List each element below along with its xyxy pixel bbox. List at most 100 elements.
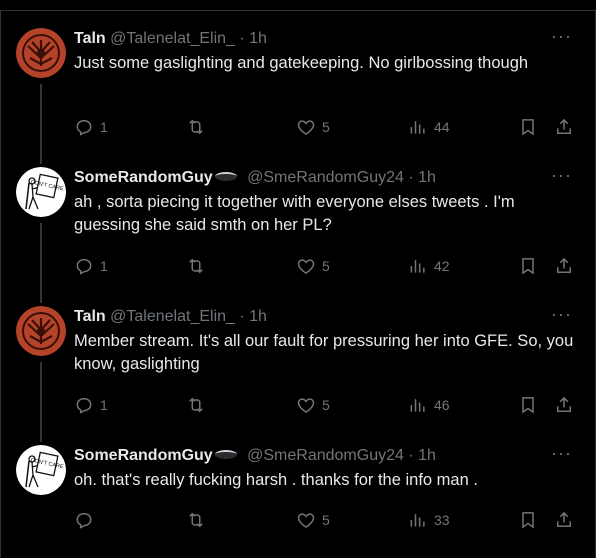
views-icon xyxy=(408,395,428,415)
display-name[interactable]: SomeRandomGuy xyxy=(74,447,213,464)
view-count: 33 xyxy=(434,512,450,528)
share-button[interactable] xyxy=(554,509,574,531)
heart-icon xyxy=(296,117,316,137)
view-count: 42 xyxy=(434,258,450,274)
reply-button[interactable]: 1 xyxy=(74,116,108,138)
views-icon xyxy=(408,510,428,530)
views-icon xyxy=(408,256,428,276)
display-name[interactable]: Taln xyxy=(74,30,106,47)
views-button[interactable]: 42 xyxy=(408,255,450,277)
tweet-actions: 5 33 xyxy=(74,509,584,531)
reply-count: 1 xyxy=(100,397,108,413)
heart-icon xyxy=(296,256,316,276)
reply-button[interactable]: 1 xyxy=(74,255,108,277)
reply-icon xyxy=(74,395,94,415)
like-button[interactable]: 5 xyxy=(296,509,330,531)
tweet-text: ah , sorta piecing it together with ever… xyxy=(74,193,515,234)
tweet-header: SomeRandomGuy @SmeRandomGuy24 · 1h xyxy=(74,445,436,467)
heart-icon xyxy=(296,510,316,530)
avatar[interactable]: DON'T CARE xyxy=(16,167,66,217)
timestamp[interactable]: 1h xyxy=(418,447,436,464)
avatar[interactable] xyxy=(16,306,66,356)
handle[interactable]: @Talenelat_Elin_ xyxy=(110,308,235,325)
more-options-button[interactable]: ··· xyxy=(551,304,572,324)
like-count: 5 xyxy=(322,258,330,274)
retweet-icon xyxy=(186,510,206,530)
bookmark-button[interactable] xyxy=(518,509,538,531)
view-count: 46 xyxy=(434,397,450,413)
views-button[interactable]: 46 xyxy=(408,394,450,416)
view-count: 44 xyxy=(434,119,450,135)
views-button[interactable]: 44 xyxy=(408,116,450,138)
separator: · xyxy=(239,308,245,325)
heart-icon xyxy=(296,395,316,415)
handle[interactable]: @SmeRandomGuy24 xyxy=(247,169,404,186)
share-icon xyxy=(554,510,574,530)
retweet-icon xyxy=(186,395,206,415)
tweet-text: oh. that's really fucking harsh . thanks… xyxy=(74,471,478,489)
share-icon xyxy=(554,395,574,415)
avatar-sigil-icon xyxy=(16,306,66,356)
visor-emoji-icon xyxy=(214,450,237,460)
display-name[interactable]: Taln xyxy=(74,308,106,325)
bookmark-button[interactable] xyxy=(518,116,538,138)
views-button[interactable]: 33 xyxy=(408,509,450,531)
like-count: 5 xyxy=(322,119,330,135)
thread-line xyxy=(40,223,42,303)
timestamp[interactable]: 1h xyxy=(418,169,436,186)
bookmark-icon xyxy=(518,510,538,530)
handle[interactable]: @SmeRandomGuy24 xyxy=(247,447,404,464)
avatar-sign-icon: DON'T CARE xyxy=(16,445,66,495)
share-icon xyxy=(554,117,574,137)
thread-line xyxy=(40,362,42,442)
avatar-sign-icon: DON'T CARE xyxy=(16,167,66,217)
retweet-button[interactable] xyxy=(186,509,206,531)
bookmark-icon xyxy=(518,117,538,137)
retweet-button[interactable] xyxy=(186,394,206,416)
more-options-button[interactable]: ··· xyxy=(551,26,572,46)
bookmark-icon xyxy=(518,256,538,276)
like-button[interactable]: 5 xyxy=(296,255,330,277)
bookmark-button[interactable] xyxy=(518,394,538,416)
display-name[interactable]: SomeRandomGuy xyxy=(74,169,213,186)
reply-count: 1 xyxy=(100,258,108,274)
like-button[interactable]: 5 xyxy=(296,394,330,416)
tweet-actions: 1 5 44 xyxy=(74,116,584,138)
like-button[interactable]: 5 xyxy=(296,116,330,138)
handle[interactable]: @Talenelat_Elin_ xyxy=(110,30,235,47)
avatar-sigil-icon xyxy=(16,28,66,78)
tweet-actions: 1 5 42 xyxy=(74,255,584,277)
tweet-text: Member stream. It's all our fault for pr… xyxy=(74,332,574,373)
share-button[interactable] xyxy=(554,255,574,277)
separator: · xyxy=(408,169,414,186)
avatar[interactable] xyxy=(16,28,66,78)
avatar[interactable]: DON'T CARE xyxy=(16,445,66,495)
tweet-text: Just some gaslighting and gatekeeping. N… xyxy=(74,54,529,72)
separator: · xyxy=(239,30,245,47)
visor-emoji-icon xyxy=(214,172,237,182)
retweet-icon xyxy=(186,117,206,137)
thread-line xyxy=(40,84,42,164)
reply-button[interactable] xyxy=(74,509,100,531)
more-options-button[interactable]: ··· xyxy=(551,443,572,463)
retweet-button[interactable] xyxy=(186,116,206,138)
like-count: 5 xyxy=(322,512,330,528)
reply-button[interactable]: 1 xyxy=(74,394,108,416)
reply-icon xyxy=(74,510,94,530)
bookmark-icon xyxy=(518,395,538,415)
tweet-header: SomeRandomGuy @SmeRandomGuy24 · 1h xyxy=(74,167,436,189)
like-count: 5 xyxy=(322,397,330,413)
share-icon xyxy=(554,256,574,276)
share-button[interactable] xyxy=(554,394,574,416)
reply-icon xyxy=(74,256,94,276)
separator: · xyxy=(408,447,414,464)
retweet-icon xyxy=(186,256,206,276)
retweet-button[interactable] xyxy=(186,255,206,277)
tweet-header: Taln @Talenelat_Elin_ · 1h xyxy=(74,306,267,328)
share-button[interactable] xyxy=(554,116,574,138)
more-options-button[interactable]: ··· xyxy=(551,165,572,185)
bookmark-button[interactable] xyxy=(518,255,538,277)
timestamp[interactable]: 1h xyxy=(249,30,267,47)
views-icon xyxy=(408,117,428,137)
timestamp[interactable]: 1h xyxy=(249,308,267,325)
